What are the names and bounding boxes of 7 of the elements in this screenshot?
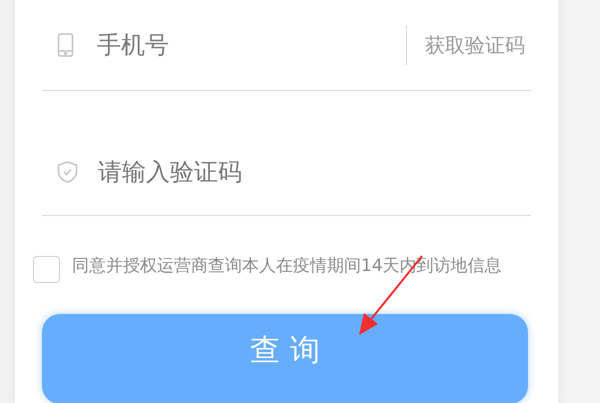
code-input-field[interactable]: 请输入验证码 (98, 154, 531, 190)
consent-checkbox[interactable] (33, 256, 60, 283)
get-code-button[interactable]: 获取验证码 (407, 30, 531, 60)
shield-check-icon (57, 161, 78, 183)
phone-input-field[interactable]: 手机号 (97, 27, 406, 63)
submit-button[interactable]: 查 询 (42, 314, 528, 403)
phone-icon (57, 33, 74, 57)
